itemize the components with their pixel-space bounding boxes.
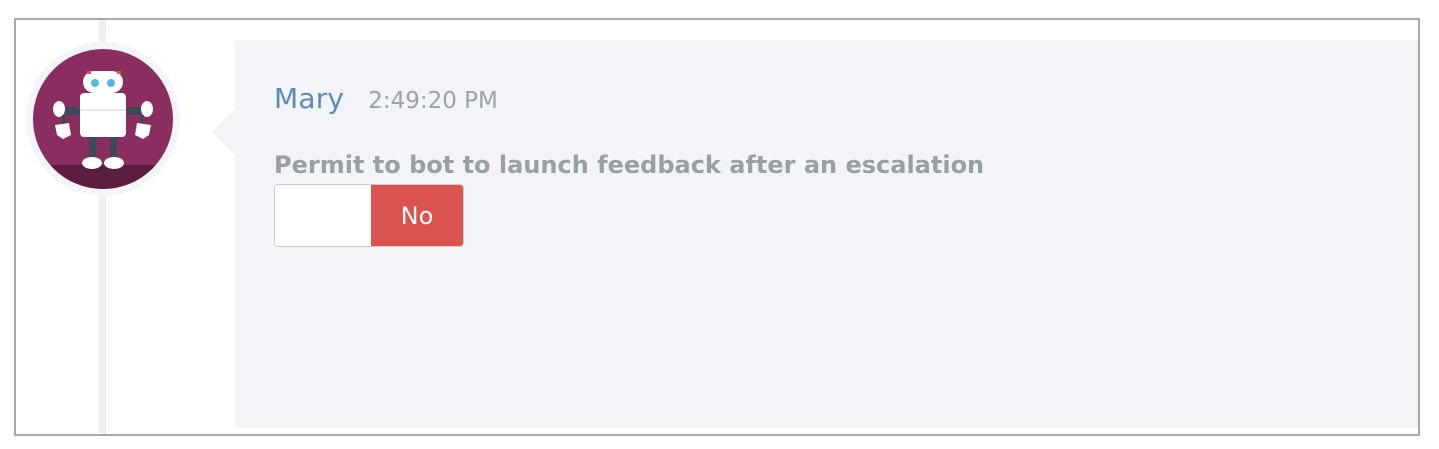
card-pointer	[211, 108, 236, 156]
author-name[interactable]: Mary	[274, 82, 344, 115]
message-card: Mary 2:49:20 PM Permit to bot to launch …	[235, 40, 1418, 428]
message-timestamp: 2:49:20 PM	[368, 88, 498, 114]
toggle-value-label[interactable]: No	[371, 185, 463, 246]
avatar	[26, 42, 180, 196]
robot-avatar-icon	[33, 49, 173, 189]
message-header: Mary 2:49:20 PM	[274, 82, 498, 115]
conversation-frame: Mary 2:49:20 PM Permit to bot to launch …	[14, 18, 1420, 436]
setting-question: Permit to bot to launch feedback after a…	[274, 151, 985, 179]
feedback-toggle[interactable]: No	[274, 184, 464, 247]
toggle-handle[interactable]	[275, 185, 371, 246]
